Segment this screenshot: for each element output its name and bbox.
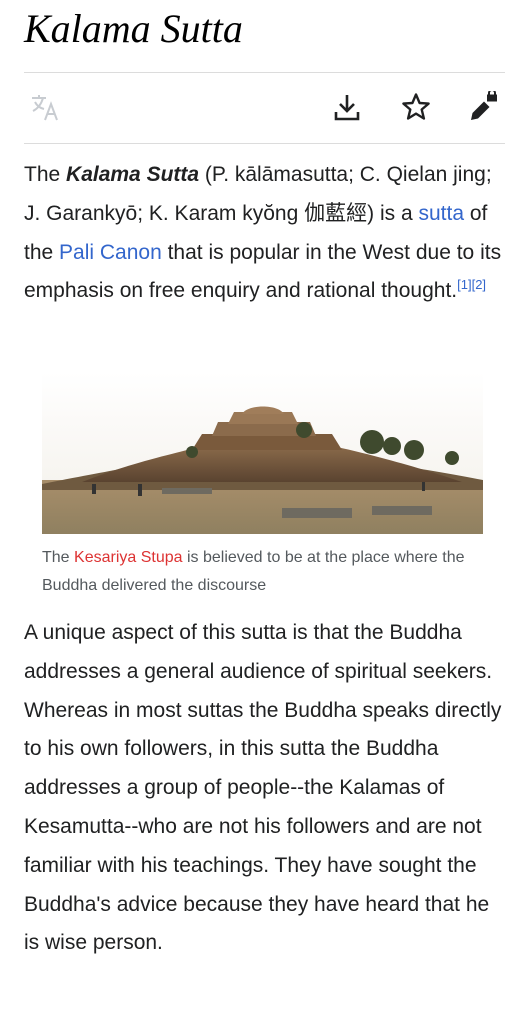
caption-text: The xyxy=(42,549,75,566)
title-divider xyxy=(24,72,505,73)
lead-paragraph: The Kalama Sutta (P. kālāmasutta; C. Qie… xyxy=(24,156,506,311)
lead-text: The xyxy=(24,163,67,186)
image-caption: The Kesariya Stupa is believed to be at … xyxy=(42,544,492,600)
kesariya-stupa-link[interactable]: Kesariya Stupa xyxy=(74,549,183,566)
reference-links[interactable]: [1][2] xyxy=(457,277,486,292)
article-name-bold: Kalama Sutta xyxy=(66,163,200,186)
star-icon[interactable] xyxy=(401,92,431,127)
translate-icon[interactable] xyxy=(30,93,62,128)
page-title: Kalama Sutta xyxy=(24,6,243,51)
pali-canon-link[interactable]: Pali Canon xyxy=(59,241,162,264)
pencil-lock-icon[interactable] xyxy=(468,89,500,128)
stupa-image[interactable] xyxy=(42,372,483,534)
body-paragraph: A unique aspect of this sutta is that th… xyxy=(24,621,502,955)
download-icon[interactable] xyxy=(332,92,362,127)
sutta-link[interactable]: sutta xyxy=(418,202,464,225)
toolbar-divider xyxy=(24,143,505,144)
